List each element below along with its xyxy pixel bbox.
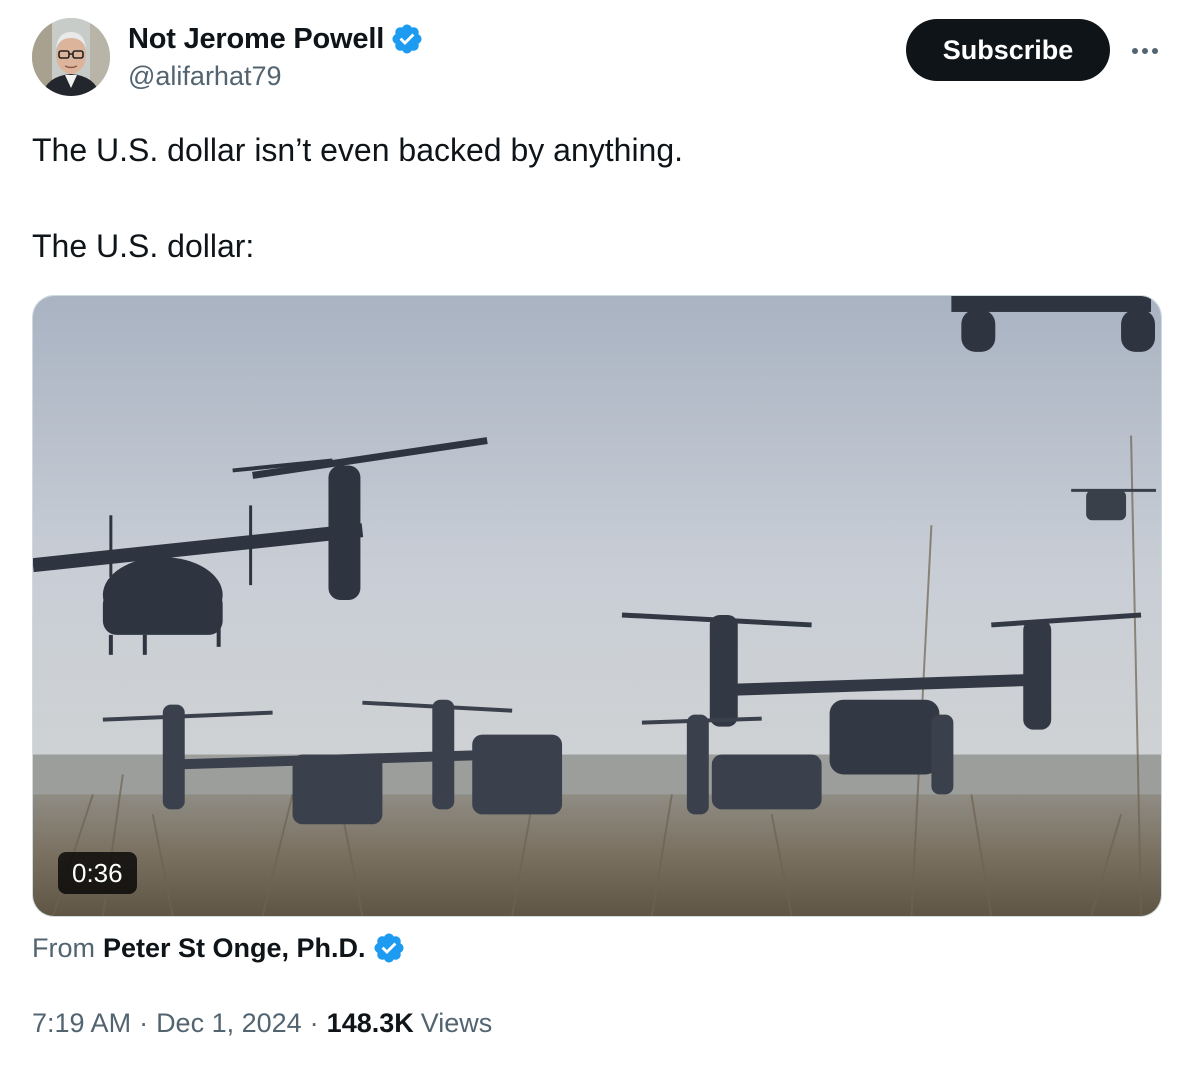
verified-badge-icon[interactable] (372, 931, 406, 965)
meta-separator: · (309, 1007, 319, 1038)
verified-badge-icon[interactable] (390, 22, 424, 56)
meta-separator: · (139, 1007, 149, 1038)
author-display-name[interactable]: Not Jerome Powell (128, 23, 384, 56)
display-name-row: Not Jerome Powell (128, 20, 424, 58)
tweet-text-line-1: The U.S. dollar isn’t even backed by any… (32, 132, 684, 168)
author-block: Not Jerome Powell @alifarhat79 (128, 20, 424, 92)
tweet-time[interactable]: 7:19 AM (32, 1008, 131, 1039)
views-count: 148.3K (326, 1007, 414, 1038)
author-avatar[interactable] (32, 18, 110, 96)
more-horizontal-icon[interactable] (1124, 30, 1166, 72)
video-thumbnail (33, 296, 1161, 916)
tweet: Not Jerome Powell @alifarhat79 Subscribe… (0, 0, 1192, 1070)
tweet-text: The U.S. dollar isn’t even backed by any… (32, 126, 1152, 270)
video-duration-badge: 0:36 (58, 852, 137, 894)
video-player[interactable]: 0:36 (32, 295, 1162, 917)
attribution-prefix: From (32, 932, 95, 963)
views-label: Views (420, 1007, 493, 1038)
tweet-date[interactable]: Dec 1, 2024 (156, 1008, 302, 1039)
subscribe-button[interactable]: Subscribe (906, 19, 1110, 81)
avatar-image (32, 18, 110, 96)
video-attribution: From Peter St Onge, Ph.D. (32, 928, 406, 968)
tweet-text-line-2: The U.S. dollar: (32, 228, 255, 264)
attribution-name[interactable]: Peter St Onge, Ph.D. (103, 933, 366, 964)
author-handle[interactable]: @alifarhat79 (128, 61, 424, 92)
tweet-meta: 7:19 AM · Dec 1, 2024 · 148.3K Views (32, 1003, 492, 1043)
